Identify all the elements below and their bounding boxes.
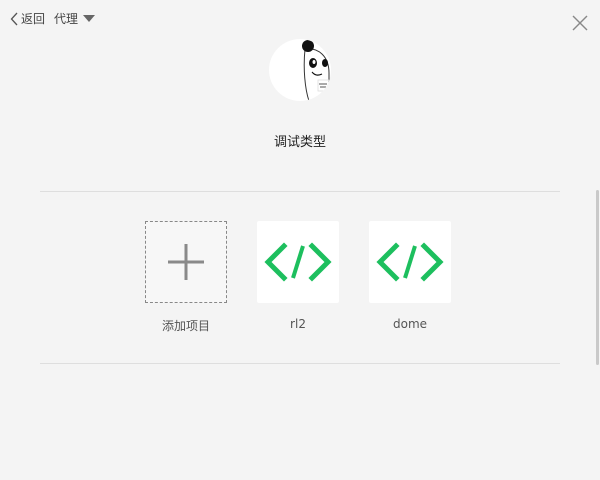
proxy-dropdown[interactable]: 代理 [54, 10, 96, 27]
project-tile-dome[interactable] [369, 221, 451, 303]
code-icon [264, 242, 332, 282]
close-icon[interactable] [571, 14, 589, 32]
back-label: 返回 [21, 12, 46, 26]
back-button[interactable]: 返回 [10, 10, 45, 27]
divider-bottom [40, 363, 560, 364]
plus-icon [168, 244, 204, 280]
caret-down-icon [83, 14, 96, 22]
project-label-rl2: rl2 [290, 317, 306, 331]
add-project-label: 添加项目 [161, 319, 210, 333]
project-label-dome: dome [392, 317, 428, 331]
add-project-button[interactable] [145, 221, 227, 303]
panda-avatar-icon [302, 40, 330, 101]
top-bar: 返回 代理 [0, 0, 600, 36]
scrollbar[interactable] [596, 190, 599, 365]
proxy-label: 代理 [54, 12, 79, 26]
avatar[interactable] [269, 39, 331, 101]
project-tile-rl2[interactable] [257, 221, 339, 303]
page-title: 调试类型 [273, 135, 326, 150]
divider-top [40, 191, 560, 192]
chevron-left-icon [10, 12, 18, 25]
code-icon [376, 242, 444, 282]
